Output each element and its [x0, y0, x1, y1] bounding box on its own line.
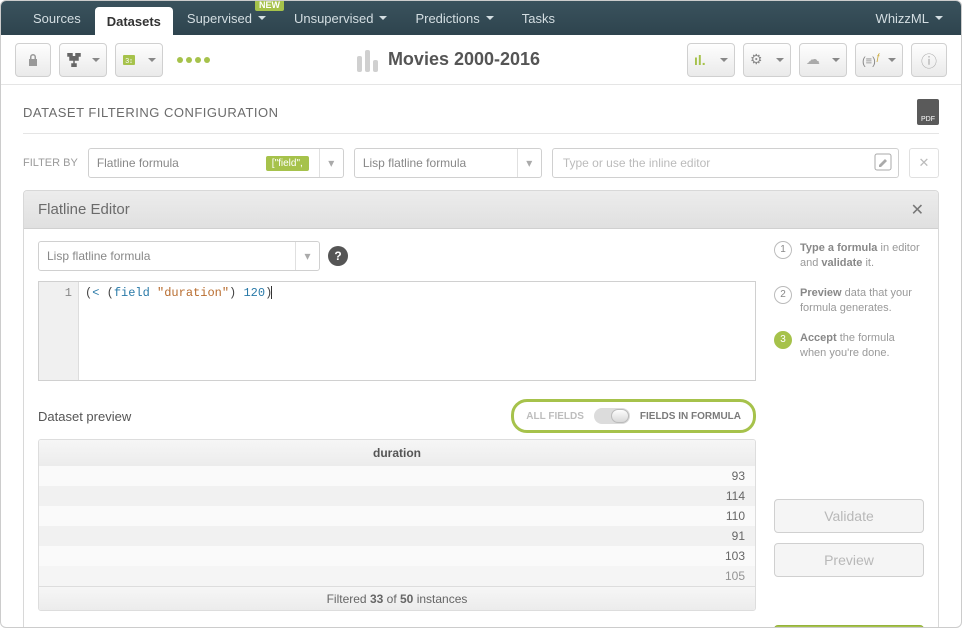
cloud-menu-button[interactable]: ☁ — [799, 43, 847, 77]
dataset-toolbar: 3↕ Movies 2000-2016 ıl. ⚙ ☁ (≡)ƒ ⓘ — [1, 35, 961, 85]
filter-row: FILTER BY Flatline formula ["field", ▾ L… — [23, 148, 939, 178]
viz-menu-button[interactable]: ıl. — [687, 43, 735, 77]
code-editor[interactable]: 1 (< (field "duration") 120) — [38, 281, 756, 381]
syntax-dropdown[interactable]: Lisp flatline formula ▾ — [354, 148, 542, 178]
preview-cell: 103 — [39, 546, 755, 566]
inline-editor-placeholder: Type or use the inline editor — [563, 156, 710, 170]
flow-icon — [66, 53, 82, 67]
caret-icon — [92, 58, 100, 62]
editor-syntax-dropdown[interactable]: Lisp flatline formula ▾ — [38, 241, 320, 271]
caret-icon — [486, 16, 494, 20]
settings-menu-button[interactable]: ⚙ — [743, 43, 791, 77]
fields-toggle-highlight: ALL FIELDS FIELDS IN FORMULA — [511, 399, 756, 433]
svg-text:3↕: 3↕ — [125, 58, 132, 65]
step-number: 3 — [774, 331, 792, 349]
chevron-down-icon: ▾ — [295, 242, 319, 270]
editor-title: Flatline Editor — [38, 201, 911, 218]
bars-icon: ıl. — [694, 52, 706, 68]
step-number: 2 — [774, 286, 792, 304]
editor-steps: 1 Type a formula in editor and validate … — [774, 241, 924, 361]
filter-type-value: Flatline formula — [97, 156, 179, 170]
chevron-down-icon: ▾ — [319, 149, 343, 177]
nav-predictions-label: Predictions — [415, 11, 479, 26]
preview-cell: 110 — [39, 506, 755, 526]
nav-whizzml[interactable]: WhizzML — [876, 11, 943, 26]
step-number: 1 — [774, 241, 792, 259]
app-window: Sources Datasets Supervised NEW Unsuperv… — [0, 0, 962, 628]
code-gutter: 1 — [39, 282, 79, 380]
info-icon: ⓘ — [921, 48, 937, 72]
caret-icon — [776, 58, 784, 62]
chevron-down-icon: ▾ — [517, 149, 541, 177]
nav-datasets[interactable]: Datasets — [95, 7, 173, 35]
step-2: 2 Preview data that your formula generat… — [774, 286, 924, 317]
edit-icon[interactable] — [874, 153, 892, 174]
function-menu-button[interactable]: (≡)ƒ — [855, 43, 903, 77]
toggle-formula-fields-label: FIELDS IN FORMULA — [640, 411, 741, 422]
progress-dots — [177, 57, 210, 63]
info-button[interactable]: ⓘ — [911, 43, 947, 77]
editor-syntax-value: Lisp flatline formula — [47, 249, 150, 263]
preview-column-header[interactable]: duration — [39, 440, 755, 466]
help-icon[interactable]: ? — [328, 246, 348, 266]
caret-icon — [379, 16, 387, 20]
cloud-icon: ☁ — [806, 51, 820, 68]
toggle-all-fields-label: ALL FIELDS — [526, 411, 584, 422]
filter-by-label: FILTER BY — [23, 157, 78, 169]
preview-cell: 91 — [39, 526, 755, 546]
preview-cell: 105 — [39, 566, 755, 586]
caret-icon — [935, 16, 943, 20]
caret-icon — [832, 58, 840, 62]
stack-icon: 3↕ — [122, 53, 138, 67]
nav-unsupervised-label: Unsupervised — [294, 11, 374, 26]
pdf-export-icon[interactable] — [917, 99, 939, 125]
syntax-value: Lisp flatline formula — [363, 156, 466, 170]
preview-table: duration 93 114 110 91 103 105 Fil — [38, 439, 756, 611]
lock-icon — [27, 53, 39, 67]
preview-footer: Filtered 33 of 50 instances — [39, 586, 755, 610]
clear-filter-button[interactable]: ✕ — [909, 148, 939, 178]
dataset-title: Movies 2000-2016 — [388, 49, 540, 70]
step-1: 1 Type a formula in editor and validate … — [774, 241, 924, 272]
config-header-row: DATASET FILTERING CONFIGURATION — [23, 99, 939, 134]
caret-icon — [720, 58, 728, 62]
fields-toggle[interactable] — [594, 408, 630, 424]
nav-whizzml-label: WhizzML — [876, 11, 929, 26]
privacy-lock-button[interactable] — [15, 43, 51, 77]
config-header: DATASET FILTERING CONFIGURATION — [23, 105, 279, 120]
close-icon: ✕ — [919, 155, 930, 171]
gear-icon: ⚙ — [750, 51, 763, 68]
nav-supervised-label: Supervised — [187, 11, 252, 26]
step-3: 3 Accept the formula when you're done. — [774, 331, 924, 362]
code-line: (< (field "duration") 120) — [79, 282, 278, 380]
nav-unsupervised[interactable]: Unsupervised — [280, 1, 402, 35]
nav-sources[interactable]: Sources — [19, 1, 95, 35]
preview-title: Dataset preview — [38, 409, 131, 424]
top-nav: Sources Datasets Supervised NEW Unsuperv… — [1, 1, 961, 35]
preview-cell: 114 — [39, 486, 755, 506]
caret-icon — [888, 58, 896, 62]
preview-button[interactable]: Preview — [774, 543, 924, 577]
validate-button[interactable]: Validate — [774, 499, 924, 533]
histogram-icon — [357, 48, 378, 72]
preview-cell: 93 — [39, 466, 755, 486]
script-button[interactable]: 3↕ — [115, 43, 163, 77]
nav-predictions[interactable]: Predictions — [401, 1, 507, 35]
inline-editor-input[interactable]: Type or use the inline editor — [552, 148, 899, 178]
close-editor-button[interactable]: ✕ — [911, 200, 924, 220]
workflow-button[interactable] — [59, 43, 107, 77]
formula-tag: ["field", — [266, 156, 309, 171]
nav-supervised[interactable]: Supervised NEW — [173, 1, 280, 35]
caret-icon — [258, 16, 266, 20]
filter-type-dropdown[interactable]: Flatline formula ["field", ▾ — [88, 148, 344, 178]
caret-icon — [148, 58, 156, 62]
flatline-editor-panel: Flatline Editor ✕ Lisp flatline formula … — [23, 190, 939, 628]
toggle-knob — [611, 409, 629, 423]
function-icon: (≡)ƒ — [862, 52, 881, 68]
nav-tasks[interactable]: Tasks — [508, 1, 569, 35]
